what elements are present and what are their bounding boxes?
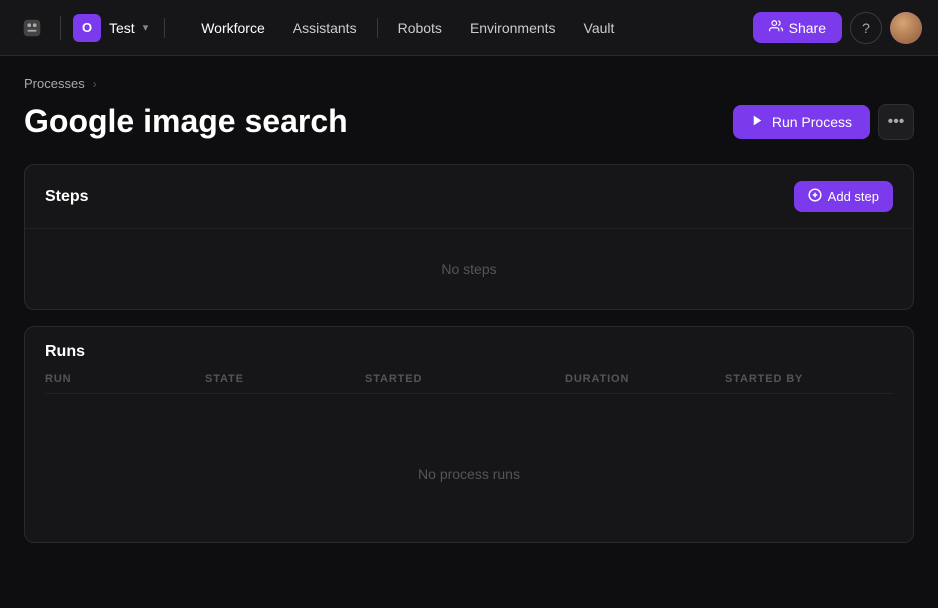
breadcrumb-processes-link[interactable]: Processes <box>24 76 85 91</box>
user-avatar-image <box>890 12 922 44</box>
workspace-avatar: O <box>73 14 101 42</box>
runs-empty-state: No process runs <box>25 406 913 542</box>
col-header-duration: DURATION <box>565 373 725 385</box>
page-title: Google image search <box>24 103 348 140</box>
chevron-down-icon: ▾ <box>143 21 149 34</box>
navbar-right: Share ? <box>753 12 922 44</box>
help-icon: ? <box>862 20 870 36</box>
nav-item-robots[interactable]: Robots <box>386 14 454 42</box>
run-process-label: Run Process <box>772 114 852 130</box>
more-icon: ••• <box>888 113 905 131</box>
main-nav: Workforce Assistants Robots Environments… <box>189 14 626 42</box>
col-header-started: STARTED <box>365 373 565 385</box>
col-header-state: STATE <box>205 373 365 385</box>
runs-card-header: Runs RUN STATE STARTED DURATION STARTED … <box>25 327 913 406</box>
breadcrumb: Processes › <box>24 76 914 91</box>
col-header-run: RUN <box>45 373 205 385</box>
runs-table-header: RUN STATE STARTED DURATION STARTED BY <box>45 373 893 394</box>
runs-card-title: Runs <box>45 343 893 361</box>
page-actions: Run Process ••• <box>733 104 914 140</box>
steps-card-title: Steps <box>45 188 89 206</box>
nav-item-workforce[interactable]: Workforce <box>189 14 277 42</box>
share-label: Share <box>789 20 826 36</box>
add-step-icon <box>808 188 822 205</box>
help-button[interactable]: ? <box>850 12 882 44</box>
nav-divider-left <box>60 16 61 40</box>
app-logo <box>16 12 48 44</box>
share-button[interactable]: Share <box>753 12 842 43</box>
add-step-button[interactable]: Add step <box>794 181 893 212</box>
user-avatar[interactable] <box>890 12 922 44</box>
nav-item-vault[interactable]: Vault <box>572 14 627 42</box>
more-options-button[interactable]: ••• <box>878 104 914 140</box>
runs-card: Runs RUN STATE STARTED DURATION STARTED … <box>24 326 914 543</box>
nav-divider-mid <box>377 18 378 38</box>
navbar: O Test ▾ Workforce Assistants Robots Env… <box>0 0 938 56</box>
run-process-button[interactable]: Run Process <box>733 105 870 139</box>
breadcrumb-separator: › <box>93 77 97 91</box>
col-header-started-by: STARTED BY <box>725 373 893 385</box>
nav-item-environments[interactable]: Environments <box>458 14 568 42</box>
page-header: Google image search Run Process ••• <box>24 103 914 140</box>
workspace-selector[interactable]: O Test ▾ <box>73 14 148 42</box>
steps-card: Steps Add step No steps <box>24 164 914 310</box>
share-icon <box>769 19 783 36</box>
workspace-name: Test <box>109 20 135 36</box>
steps-empty-state: No steps <box>25 229 913 309</box>
nav-divider-workspace <box>164 18 165 38</box>
play-icon <box>751 114 764 130</box>
nav-item-assistants[interactable]: Assistants <box>281 14 369 42</box>
add-step-label: Add step <box>828 189 879 204</box>
steps-card-header: Steps Add step <box>25 165 913 229</box>
main-content: Processes › Google image search Run Proc… <box>0 56 938 563</box>
